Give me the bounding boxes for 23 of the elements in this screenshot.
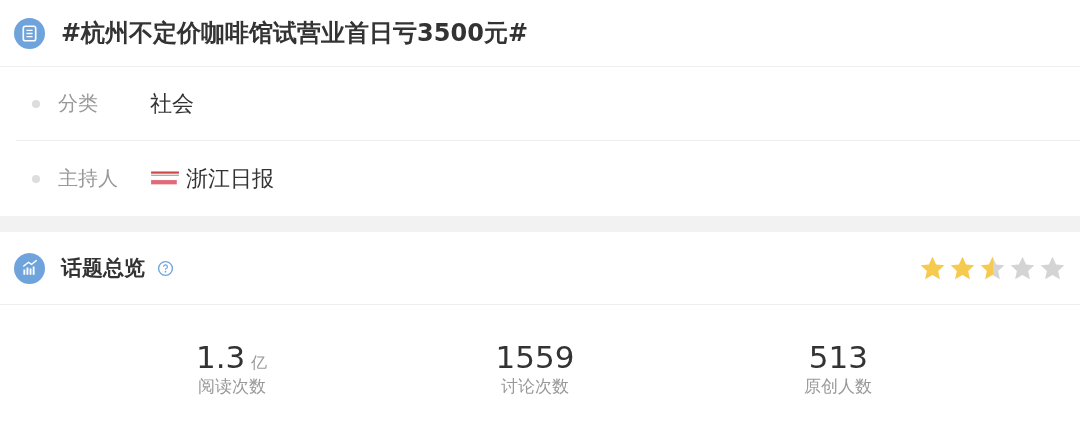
section-title: 话题总览: [61, 255, 145, 282]
star-icon: [1039, 254, 1066, 282]
star-icon: [919, 254, 946, 282]
document-icon: [14, 17, 45, 49]
chart-icon: [14, 252, 45, 284]
stat-label: 原创人数: [804, 375, 873, 398]
star-icon: [949, 254, 976, 282]
info-label: 主持人: [58, 165, 119, 192]
topic-title: #杭州不定价咖啡馆试营业首日亏3500元#: [61, 18, 528, 49]
stat-value: 1559: [495, 339, 575, 375]
star-icon: [979, 254, 1006, 282]
stat-unit: 亿: [251, 353, 268, 374]
info-value: 社会: [150, 89, 194, 118]
stat-value: 513: [808, 339, 868, 375]
stat-value: 1.3: [196, 339, 246, 375]
stat-label: 阅读次数: [197, 375, 266, 398]
info-label: 分类: [58, 90, 99, 117]
bullet-icon: [32, 174, 40, 183]
star-icon: [1009, 254, 1036, 282]
info-value[interactable]: 浙江日报: [186, 163, 274, 194]
bullet-icon: [32, 99, 40, 108]
stat-label: 讨论次数: [501, 375, 569, 398]
help-icon[interactable]: [157, 259, 174, 277]
